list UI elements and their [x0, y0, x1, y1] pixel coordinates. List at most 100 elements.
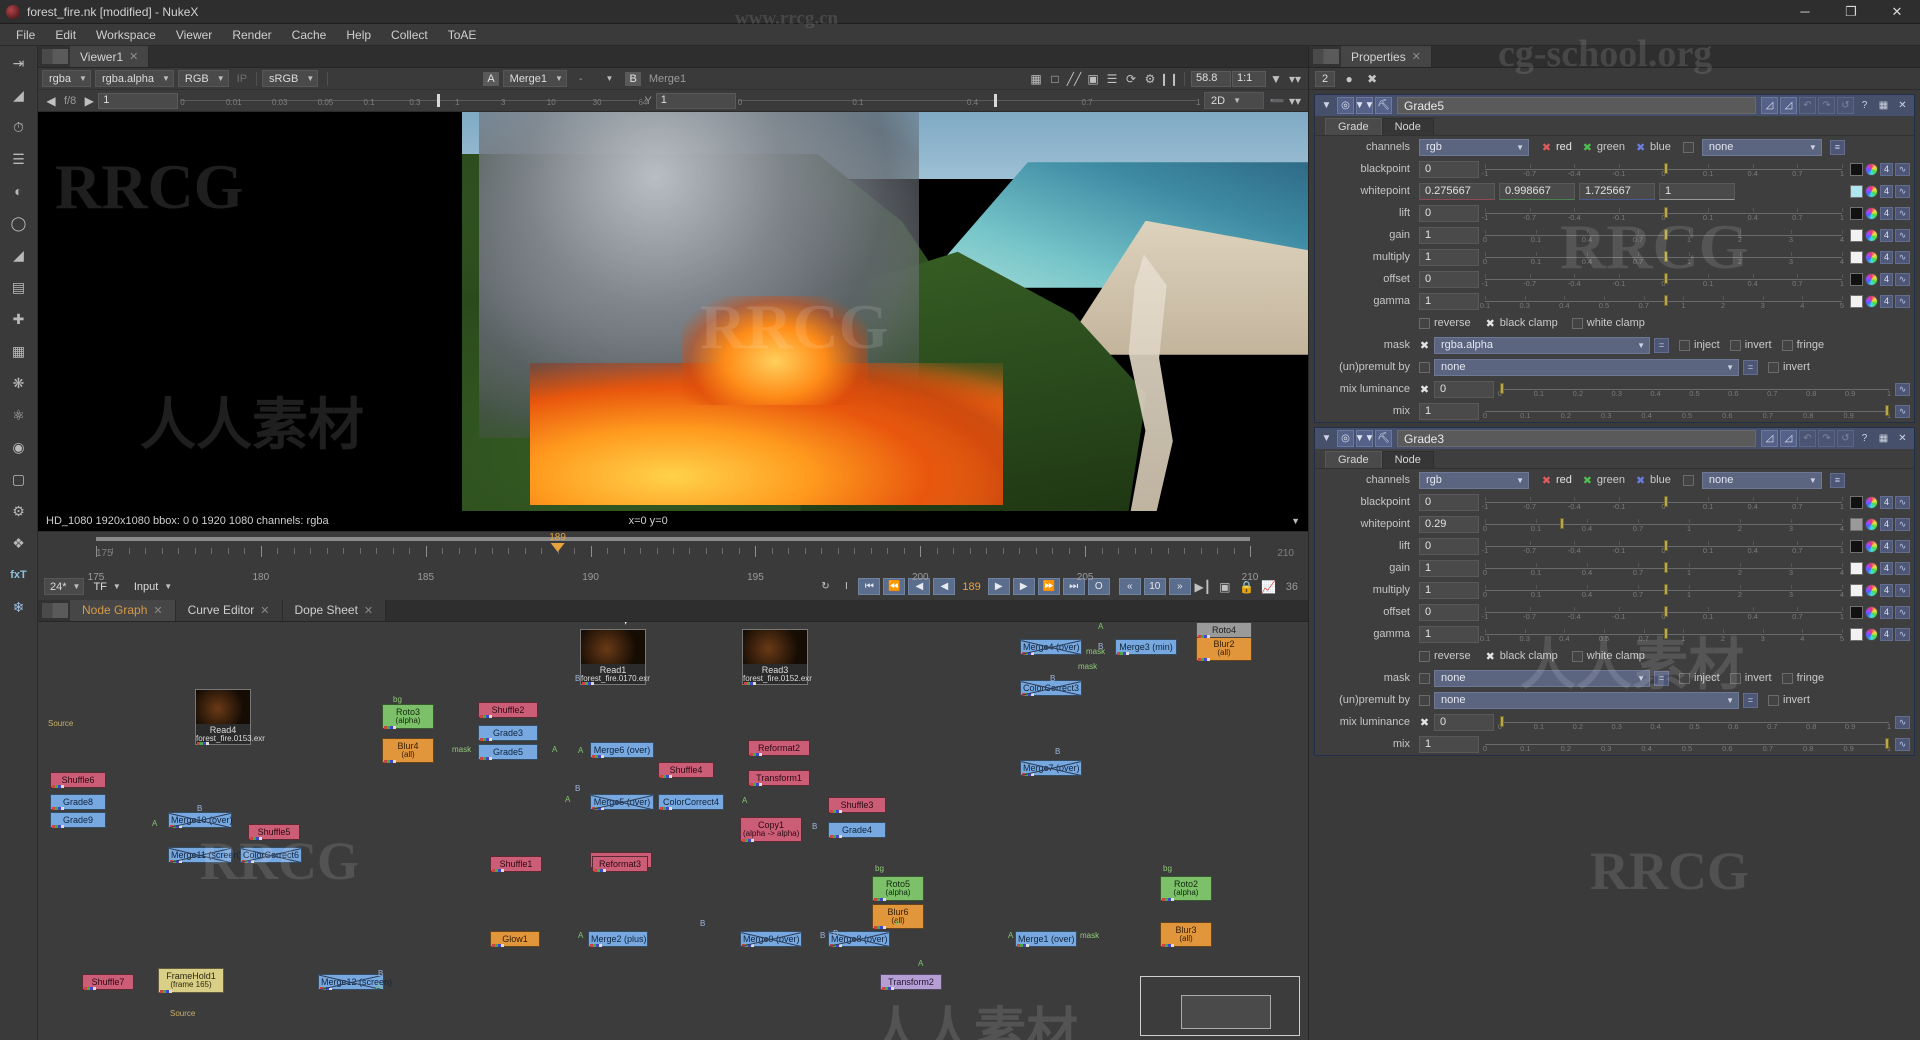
animation-curve-icon[interactable]: ∿: [1895, 382, 1910, 396]
mask-opt-inject[interactable]: inject: [1679, 339, 1720, 351]
color-swatch[interactable]: [1850, 583, 1863, 597]
input-wipe-selector[interactable]: ▼: [591, 70, 618, 87]
graph-node[interactable]: ColorCorrect6: [240, 846, 302, 863]
menu-viewer[interactable]: Viewer: [166, 26, 222, 44]
animation-curve-icon[interactable]: ∿: [1895, 737, 1910, 751]
close-icon[interactable]: ✕: [1894, 430, 1911, 447]
graph-node[interactable]: Shuffle6: [50, 771, 106, 788]
graph-node[interactable]: Merge2 (plus): [588, 930, 648, 947]
channel-icon[interactable]: ☰: [6, 148, 32, 170]
menu-help[interactable]: Help: [336, 26, 381, 44]
wipe-icon[interactable]: ╱╱: [1065, 70, 1083, 88]
display-style-selector[interactable]: RGB ▼: [177, 70, 229, 87]
mix-luminance-slider[interactable]: 00.10.20.30.40.50.60.70.80.91: [1498, 380, 1891, 398]
color-wheel-icon[interactable]: [1865, 184, 1878, 198]
param-multiply-slider[interactable]: 0 0.1 0.4 0.7 1 2 3 4: [1483, 581, 1844, 599]
graph-node[interactable]: Shuffle4: [658, 761, 714, 778]
channel-count-button[interactable]: 4: [1880, 605, 1893, 619]
param-gamma-slider[interactable]: 0.1 0.3 0.4 0.5 0.7 1 2 3 4 5: [1480, 292, 1844, 310]
timeline-source-selector[interactable]: Input ▼: [128, 578, 176, 595]
keyer-icon[interactable]: ◢: [6, 244, 32, 266]
slider-knob[interactable]: [1663, 207, 1668, 218]
clamp-white-clamp[interactable]: white clamp: [1571, 317, 1645, 329]
next-keyframe-button[interactable]: ⏩: [1037, 578, 1060, 595]
graph-node[interactable]: Merge3 (min): [1115, 638, 1177, 655]
clamp-reverse[interactable]: reverse: [1419, 317, 1471, 329]
mask-channel-selector[interactable]: none ▼: [1701, 138, 1822, 156]
graph-node[interactable]: Read3 forest_fire.0152.exr: [742, 628, 812, 685]
color-wheel-icon[interactable]: [1865, 294, 1878, 308]
slider-knob[interactable]: [436, 93, 440, 107]
metadata-icon[interactable]: ▢: [6, 468, 32, 490]
proxy-icon[interactable]: ▣: [1084, 70, 1102, 88]
chevron-down-icon[interactable]: ▼: [1291, 516, 1300, 526]
graph-node[interactable]: ColorCorrect4: [658, 793, 724, 810]
step-forward-button[interactable]: ▶: [987, 578, 1010, 595]
property-tab-grade[interactable]: Grade: [1325, 118, 1382, 135]
properties-count[interactable]: 2: [1315, 70, 1336, 87]
animation-curve-icon[interactable]: ∿: [1895, 583, 1910, 597]
mix-luminance-value[interactable]: 0: [1434, 713, 1494, 731]
premult-invert[interactable]: invert: [1768, 361, 1810, 373]
channel-count-button[interactable]: 4: [1880, 294, 1893, 308]
param-gain-slider[interactable]: 0 0.1 0.4 0.7 1 2 3 4: [1483, 226, 1844, 244]
slider-knob[interactable]: [1663, 562, 1668, 573]
mask-opt-fringe[interactable]: fringe: [1781, 672, 1824, 684]
param-blackpoint-value[interactable]: 0: [1419, 493, 1479, 511]
expand-icon[interactable]: ▾▾: [1286, 70, 1304, 88]
graph-node[interactable]: Read1 forest_fire.0170.exr: [580, 628, 650, 685]
channel-count-button[interactable]: 4: [1880, 561, 1893, 575]
graph-node[interactable]: Read4 forest_fire.0153.exr: [195, 688, 265, 745]
channel-count-button[interactable]: 4: [1880, 250, 1893, 264]
step-fwd-incr-button[interactable]: »: [1168, 578, 1191, 595]
color-wheel-icon[interactable]: [1865, 250, 1878, 264]
param-whitepoint-value-0[interactable]: 0.275667: [1419, 182, 1495, 200]
color-swatch[interactable]: [1850, 250, 1863, 264]
revert-icon[interactable]: ↺: [1837, 430, 1854, 447]
views-icon[interactable]: ◉: [6, 436, 32, 458]
param-lift-slider[interactable]: -1-0.7-0.4-0.100.10.40.71: [1482, 537, 1844, 555]
bbox-icon[interactable]: □: [1046, 70, 1064, 88]
node-name-field[interactable]: Grade3: [1397, 430, 1756, 447]
close-icon[interactable]: ✕: [129, 50, 138, 63]
graph-node[interactable]: Shuffle7: [82, 973, 134, 990]
slider-knob[interactable]: [1663, 273, 1668, 284]
channel-menu-icon[interactable]: ≡: [1829, 139, 1845, 155]
color-swatch[interactable]: [1850, 561, 1863, 575]
graph-node[interactable]: Merge11 (screen): [168, 846, 241, 863]
graph-node[interactable]: Grade9: [50, 811, 106, 828]
channels-selector[interactable]: rgb ▼: [1419, 138, 1529, 156]
playhead[interactable]: 189: [549, 532, 566, 552]
param-offset-value[interactable]: 0: [1419, 270, 1479, 288]
mix-luminance-value[interactable]: 0: [1434, 380, 1494, 398]
mask-channel-selector[interactable]: none ▼: [1701, 471, 1822, 489]
param-multiply-value[interactable]: 1: [1419, 581, 1479, 599]
mask-channel-checkbox[interactable]: [1682, 474, 1694, 486]
3d-icon[interactable]: ▦: [6, 340, 32, 362]
node-graph-minimap[interactable]: [1140, 976, 1300, 1036]
color-swatch[interactable]: [1850, 517, 1863, 531]
close-icon[interactable]: ✕: [364, 604, 373, 617]
color-wheel-icon[interactable]: [1865, 495, 1878, 509]
key-prev-icon[interactable]: ▶┃: [1194, 578, 1212, 596]
clamp-reverse[interactable]: reverse: [1419, 650, 1471, 662]
color-wheel-icon[interactable]: [1865, 627, 1878, 641]
param-lift-value[interactable]: 0: [1419, 537, 1479, 555]
color-wheel-icon[interactable]: [1865, 605, 1878, 619]
property-tab-node[interactable]: Node: [1381, 451, 1434, 468]
toggle-a-icon[interactable]: ◿: [1761, 430, 1778, 447]
color-swatch[interactable]: [1850, 495, 1863, 509]
channel-count-button[interactable]: 4: [1880, 272, 1893, 286]
property-tab-grade[interactable]: Grade: [1325, 451, 1382, 468]
close-icon[interactable]: ✕: [1894, 97, 1911, 114]
first-frame-button[interactable]: ⏮: [858, 578, 881, 595]
menu-toae[interactable]: ToAE: [438, 26, 487, 44]
color-wheel-icon[interactable]: [1865, 272, 1878, 286]
gpu-icon[interactable]: ➖: [1268, 92, 1286, 110]
close-button[interactable]: ✕: [1874, 0, 1920, 24]
color-swatch[interactable]: [1850, 206, 1863, 220]
viewport[interactable]: HD_1080 1920x1080 bbox: 0 0 1920 1080 ch…: [38, 112, 1308, 531]
refresh-icon[interactable]: ⟳: [1122, 70, 1140, 88]
slider-knob[interactable]: [994, 93, 998, 107]
color-swatch[interactable]: [1850, 184, 1863, 198]
